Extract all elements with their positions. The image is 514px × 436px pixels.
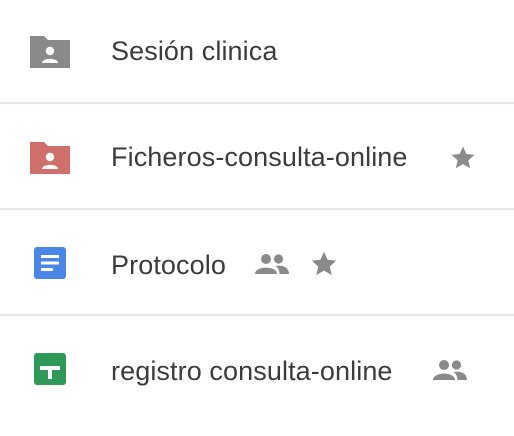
shared-folder-icon <box>30 36 70 68</box>
starred-icon <box>311 251 337 275</box>
file-row-registro-consulta-online[interactable]: registro consulta-online <box>0 316 514 436</box>
file-name: Protocolo <box>111 250 226 280</box>
shared-folder-icon <box>30 142 70 174</box>
starred-icon <box>451 146 475 169</box>
file-row-protocolo[interactable]: Protocolo <box>0 210 514 316</box>
file-row-sesion-clinica[interactable]: Sesión clinica <box>0 0 514 104</box>
file-name: Sesión clinica <box>111 36 278 66</box>
file-list: Sesión clinica Ficheros-consulta-online … <box>0 0 514 436</box>
docs-icon <box>34 247 66 279</box>
file-name: registro consulta-online <box>111 356 393 386</box>
shared-people-icon <box>255 254 289 274</box>
file-name: Ficheros-consulta-online <box>111 142 408 172</box>
shared-people-icon <box>433 360 467 380</box>
sheets-icon <box>34 353 66 385</box>
file-row-ficheros-consulta-online[interactable]: Ficheros-consulta-online <box>0 104 514 210</box>
